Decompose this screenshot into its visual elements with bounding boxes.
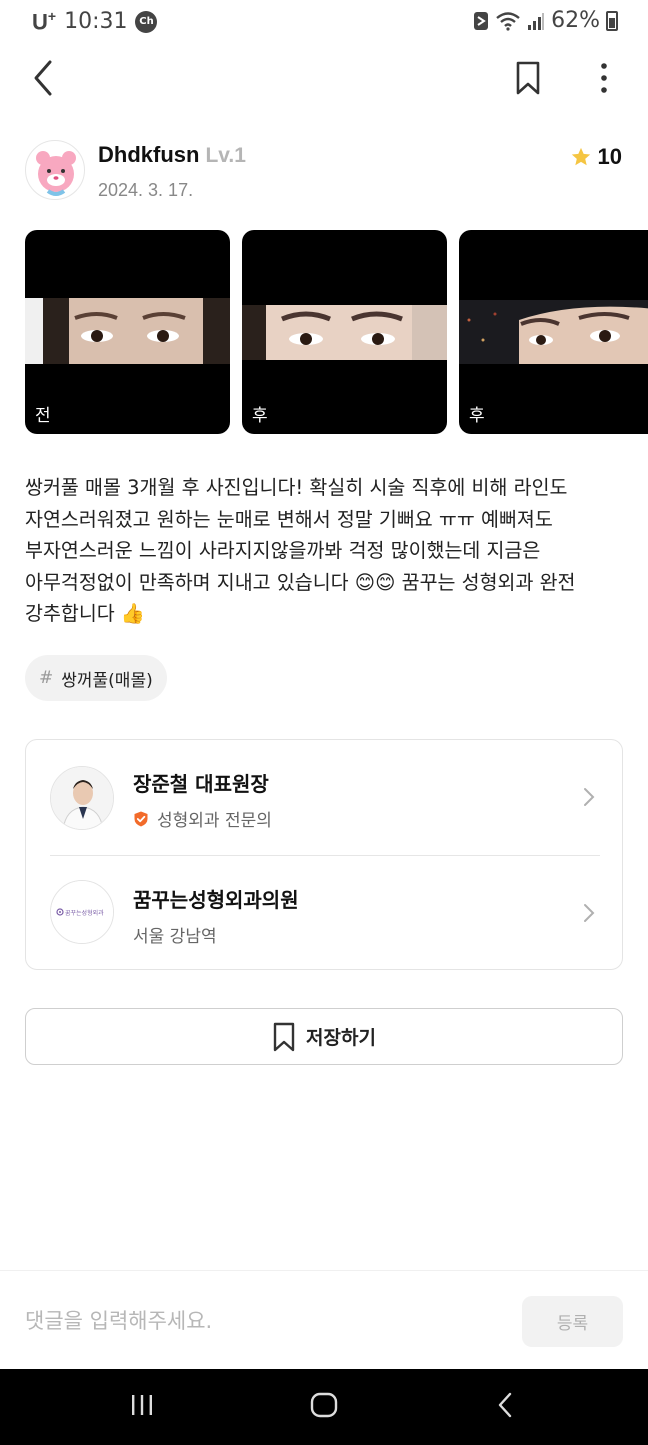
status-left: U+ 10:31 Ch xyxy=(32,8,158,35)
pink-bear-avatar-icon xyxy=(36,151,76,196)
hashtag-label: 쌍꺼풀(매몰) xyxy=(61,670,153,691)
doctor-avatar xyxy=(50,766,114,830)
author-name-text: Dhdkfusn xyxy=(98,142,200,167)
post-body: 쌍커풀 매몰 3개월 후 사진입니다! 확실히 시술 직후에 비해 라인도 자연… xyxy=(25,476,576,625)
doctor-specialty-text: 성형외과 전문의 xyxy=(157,811,272,831)
rating: 10 xyxy=(570,144,622,170)
author-level: Lv.1 xyxy=(205,144,246,167)
top-nav xyxy=(0,50,648,106)
more-vertical-icon[interactable] xyxy=(590,58,618,98)
save-button[interactable]: 저장하기 xyxy=(25,1008,623,1065)
chevron-right-icon xyxy=(584,904,595,922)
recent-apps-icon[interactable] xyxy=(128,1391,156,1419)
submit-comment-button[interactable]: 등록 xyxy=(522,1296,623,1347)
chat-notification-icon: Ch xyxy=(135,10,158,33)
clock: 10:31 xyxy=(64,9,128,35)
hash-icon: # xyxy=(39,668,54,688)
android-nav-bar xyxy=(0,1369,648,1445)
star-icon xyxy=(571,147,590,166)
hashtag-chip[interactable]: # 쌍꺼풀(매몰) xyxy=(25,655,167,701)
battery-percent: 62% xyxy=(551,8,600,33)
signal-icon xyxy=(528,12,545,30)
eyes-photo xyxy=(459,300,648,364)
clinic-name: 꿈꾸는성형외과의원 xyxy=(133,888,299,912)
bookmark-icon[interactable] xyxy=(512,60,544,96)
eyes-photo xyxy=(25,298,230,364)
android-back-icon[interactable] xyxy=(494,1391,518,1419)
author-avatar[interactable] xyxy=(25,140,85,200)
home-icon[interactable] xyxy=(308,1391,340,1419)
status-bar: U+ 10:31 Ch 62% xyxy=(0,0,648,44)
comment-input[interactable] xyxy=(25,1301,485,1341)
rating-value: 10 xyxy=(597,144,622,169)
author-name[interactable]: Dhdkfusn Lv.1 xyxy=(98,142,246,168)
post-date: 2024. 3. 17. xyxy=(98,180,194,200)
photo-label: 후 xyxy=(469,406,485,426)
back-icon[interactable] xyxy=(26,56,66,100)
doctor-name: 장준철 대표원장 xyxy=(133,772,269,796)
battery-icon xyxy=(606,10,618,31)
clinic-location: 서울 강남역 xyxy=(133,922,217,947)
photo-label: 후 xyxy=(252,406,268,426)
doctor-row[interactable]: 장준철 대표원장 성형외과 전문의 xyxy=(26,740,624,855)
save-button-label: 저장하기 xyxy=(306,1028,376,1049)
eyes-photo xyxy=(242,305,447,360)
photo-label: 전 xyxy=(35,406,51,426)
status-right: 62% xyxy=(473,8,618,33)
comment-bar: 등록 xyxy=(0,1270,648,1370)
photo-after-1[interactable]: 후 xyxy=(242,230,447,434)
verified-badge-icon xyxy=(134,811,148,826)
photo-strip[interactable]: 전 후 후 xyxy=(25,230,648,434)
bookmark-icon xyxy=(273,1022,295,1051)
photo-after-2[interactable]: 후 xyxy=(459,230,648,434)
nfc-icon xyxy=(474,11,489,30)
doctor-specialty: 성형외과 전문의 xyxy=(133,806,272,831)
clinic-row[interactable]: 꿈꾸는성형외과 꿈꾸는성형외과의원 서울 강남역 xyxy=(26,856,624,971)
chevron-right-icon xyxy=(584,788,595,806)
carrier-label: U+ xyxy=(32,8,57,35)
photo-before[interactable]: 전 xyxy=(25,230,230,434)
clinic-logo: 꿈꾸는성형외과 xyxy=(50,880,114,944)
clinic-location-text: 서울 강남역 xyxy=(133,927,217,947)
clinic-logo-text: 꿈꾸는성형외과 xyxy=(65,909,104,917)
doctor-photo-icon xyxy=(51,767,113,829)
info-card: 장준철 대표원장 성형외과 전문의 꿈꾸는성형외과 꿈꾸는성형외과의원 서울 강… xyxy=(25,739,623,970)
clinic-logo-icon: 꿈꾸는성형외과 xyxy=(51,881,113,943)
wifi-icon xyxy=(496,11,520,31)
